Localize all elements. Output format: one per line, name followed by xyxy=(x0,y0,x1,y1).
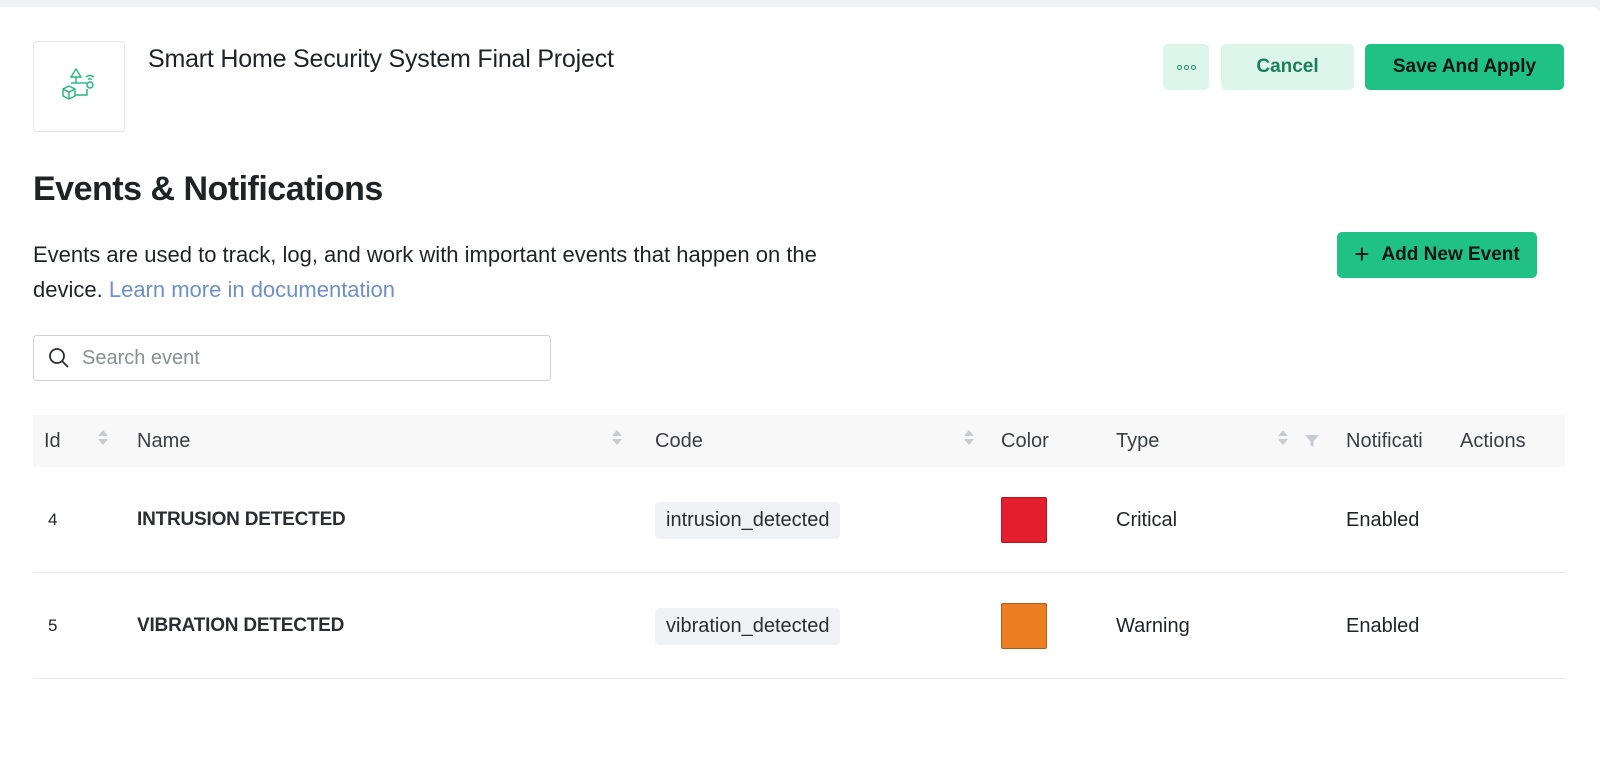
column-header-id[interactable]: Id xyxy=(44,415,61,467)
sort-id-icon[interactable] xyxy=(97,430,109,452)
row-code-cell: vibration_detected xyxy=(655,573,841,679)
row-notifications: Enabled xyxy=(1346,508,1420,531)
row-code-cell: intrusion_detected xyxy=(655,467,841,573)
main-panel: Smart Home Security System Final Project… xyxy=(0,7,1600,784)
row-name: VIBRATION DETECTED xyxy=(137,615,345,636)
row-id: 5 xyxy=(48,616,58,635)
more-dots-icon xyxy=(1176,64,1196,70)
column-header-name[interactable]: Name xyxy=(137,415,190,467)
project-title: Smart Home Security System Final Project xyxy=(148,45,614,73)
row-name: INTRUSION DETECTED xyxy=(137,509,346,530)
add-new-event-label: Add New Event xyxy=(1381,244,1520,265)
add-new-event-button[interactable]: + Add New Event xyxy=(1337,232,1537,278)
column-header-type[interactable]: Type xyxy=(1116,415,1159,467)
column-header-actions: Actions xyxy=(1460,429,1526,452)
table-row[interactable]: 4 INTRUSION DETECTED intrusion_detected … xyxy=(33,467,1565,573)
search-icon xyxy=(49,348,69,368)
search-input[interactable] xyxy=(82,346,502,370)
more-options-button[interactable] xyxy=(1163,44,1209,90)
color-swatch xyxy=(1001,497,1047,543)
plus-icon: + xyxy=(1354,238,1370,269)
row-code: intrusion_detected xyxy=(655,501,841,539)
section-description: Events are used to track, log, and work … xyxy=(33,237,853,307)
sort-name-icon[interactable] xyxy=(611,430,623,452)
cancel-button[interactable]: Cancel xyxy=(1221,44,1354,90)
search-box[interactable] xyxy=(33,335,551,381)
row-notifications: Enabled xyxy=(1346,614,1420,637)
sort-type-icon[interactable] xyxy=(1277,430,1289,452)
row-color-cell xyxy=(1001,573,1047,679)
row-type: Critical xyxy=(1116,508,1178,531)
smart-home-icon xyxy=(62,67,95,100)
table-header: Id Name Code Color Type Notificati Actio… xyxy=(33,415,1565,467)
filter-icon[interactable] xyxy=(1304,433,1320,449)
column-header-code[interactable]: Code xyxy=(655,415,703,467)
row-code: vibration_detected xyxy=(655,607,841,645)
color-swatch xyxy=(1001,603,1047,649)
sort-code-icon[interactable] xyxy=(963,430,975,452)
column-header-notifications: Notificati xyxy=(1346,429,1423,452)
section-title: Events & Notifications xyxy=(33,170,383,208)
column-header-color: Color xyxy=(1001,429,1049,452)
row-type: Warning xyxy=(1116,614,1190,637)
project-logo xyxy=(33,41,125,132)
row-id: 4 xyxy=(48,510,58,529)
documentation-link[interactable]: Learn more in documentation xyxy=(109,277,395,302)
save-and-apply-button[interactable]: Save And Apply xyxy=(1365,44,1564,90)
events-table: Id Name Code Color Type Notificati Actio… xyxy=(33,415,1565,679)
table-row[interactable]: 5 VIBRATION DETECTED vibration_detected … xyxy=(33,573,1565,679)
row-color-cell xyxy=(1001,467,1047,573)
